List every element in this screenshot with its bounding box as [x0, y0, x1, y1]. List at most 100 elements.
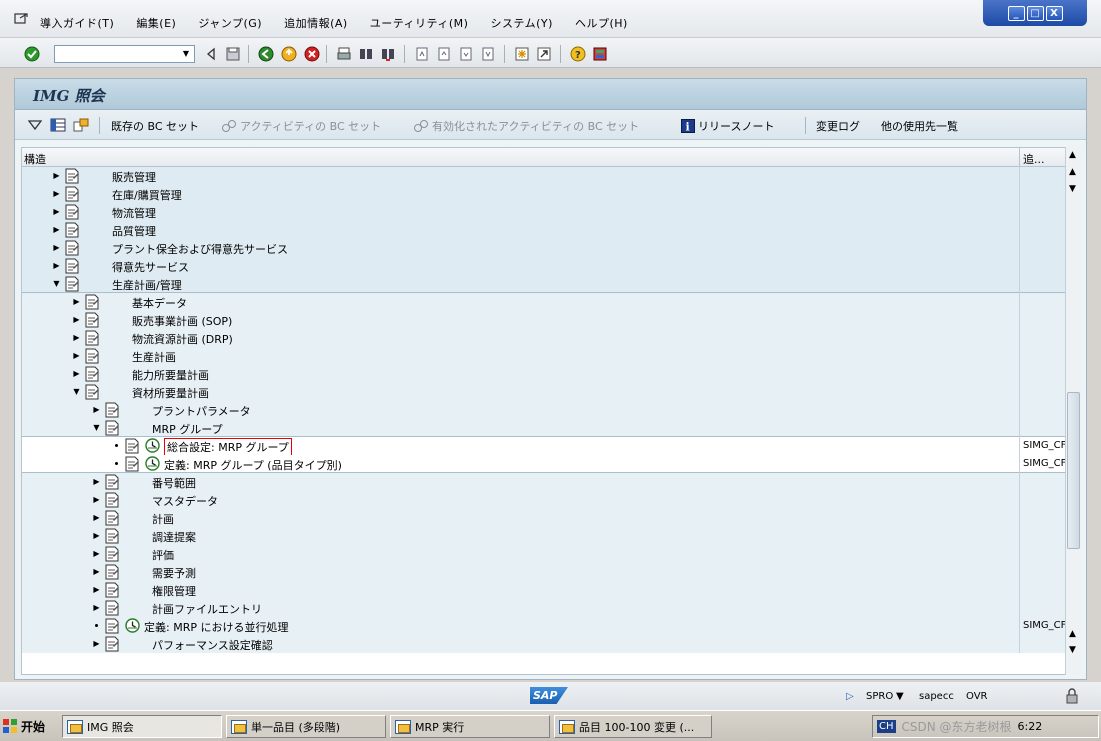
- execute-clock-icon[interactable]: [125, 618, 140, 633]
- activated-bc-sets-button[interactable]: 有効化されたアクティビティの BC セット: [413, 118, 639, 134]
- tree-node[interactable]: ▶ 品質管理: [22, 221, 1066, 239]
- scroll-up-icon[interactable]: ▲: [1069, 629, 1076, 639]
- task-mrp-run[interactable]: MRP 実行: [390, 715, 550, 738]
- find-next-icon[interactable]: [380, 46, 396, 62]
- tree-node[interactable]: ▶ 物流管理: [22, 203, 1066, 221]
- tree-node[interactable]: ▶ パフォーマンス設定確認: [22, 635, 1066, 653]
- tree-node[interactable]: ▶ 在庫/購買管理: [22, 185, 1066, 203]
- collapsed-node-icon[interactable]: ▶: [52, 207, 61, 216]
- collapsed-node-icon[interactable]: ▶: [72, 369, 81, 378]
- structure-icon[interactable]: [73, 118, 89, 132]
- execute-clock-icon[interactable]: [145, 438, 160, 453]
- collapsed-node-icon[interactable]: ▶: [92, 603, 101, 612]
- vertical-scrollbar[interactable]: ▲ ▲ ▼ ▲ ▼: [1065, 147, 1081, 675]
- tree-node[interactable]: ▶ 評価: [22, 545, 1066, 563]
- task-single-item[interactable]: 単一品目 (多段階): [226, 715, 386, 738]
- execute-clock-icon[interactable]: [145, 456, 160, 471]
- collapsed-node-icon[interactable]: ▶: [72, 315, 81, 324]
- column-header-extra[interactable]: 追...: [1019, 148, 1065, 167]
- collapsed-node-icon[interactable]: ▶: [72, 351, 81, 360]
- expanded-node-icon[interactable]: ▼: [72, 387, 81, 396]
- column-header-structure[interactable]: 構造: [24, 151, 46, 167]
- print-icon[interactable]: [336, 46, 352, 62]
- tree-node[interactable]: ▶ 販売管理: [22, 167, 1066, 185]
- tree-node[interactable]: ▶ 得意先サービス: [22, 257, 1066, 275]
- collapsed-node-icon[interactable]: ▶: [92, 567, 101, 576]
- tree-node[interactable]: ▶ プラントパラメータ: [22, 401, 1066, 419]
- tree-node[interactable]: ▶ 計画: [22, 509, 1066, 527]
- menu-item[interactable]: 編集(E): [136, 15, 176, 31]
- start-button[interactable]: 开始: [2, 715, 54, 737]
- collapsed-node-icon[interactable]: ▶: [72, 297, 81, 306]
- menu-item[interactable]: ジャンプ(G): [198, 15, 262, 31]
- back-icon[interactable]: [258, 46, 274, 62]
- tree-node[interactable]: ▶ プラント保全および得意先サービス: [22, 239, 1066, 257]
- tree-node[interactable]: ▼ 生産計画/管理: [22, 275, 1066, 293]
- tree-node[interactable]: ▶ 調達提案: [22, 527, 1066, 545]
- cancel-icon[interactable]: [304, 46, 320, 62]
- task-material-change[interactable]: 品目 100-100 変更 (...: [554, 715, 712, 738]
- help-icon[interactable]: ?: [570, 46, 586, 62]
- menu-item[interactable]: ヘルプ(H): [575, 15, 628, 31]
- menu-item[interactable]: 追加情報(A): [284, 15, 348, 31]
- bc-sets-for-activity-button[interactable]: アクティビティの BC セット: [221, 118, 381, 134]
- scroll-up-icon[interactable]: ▲: [1069, 167, 1076, 177]
- spreadsheet-icon[interactable]: [50, 118, 66, 132]
- new-session-icon[interactable]: [514, 46, 530, 62]
- tree-node[interactable]: ▶ 需要予測: [22, 563, 1066, 581]
- shortcut-icon[interactable]: [536, 46, 552, 62]
- tree-node[interactable]: ▶ 能力所要量計画: [22, 365, 1066, 383]
- tree-node[interactable]: 総合設定: MRP グループ SIMG_CF: [22, 437, 1066, 456]
- collapsed-node-icon[interactable]: ▶: [92, 585, 101, 594]
- menu-entry-icon[interactable]: [14, 13, 28, 25]
- exit-icon[interactable]: [281, 46, 297, 62]
- tree-node[interactable]: 定義: MRP グループ (品目タイプ別) SIMG_CF: [22, 455, 1066, 473]
- next-page-icon[interactable]: [458, 46, 474, 62]
- collapsed-node-icon[interactable]: ▶: [52, 261, 61, 270]
- collapsed-node-icon[interactable]: ▶: [52, 225, 61, 234]
- tree-node[interactable]: ▶ 権限管理: [22, 581, 1066, 599]
- collapsed-node-icon[interactable]: ▶: [92, 513, 101, 522]
- status-dropdown-icon[interactable]: ▼: [896, 691, 904, 702]
- chevron-down-icon[interactable]: ▼: [178, 46, 194, 62]
- collapsed-node-icon[interactable]: ▶: [72, 333, 81, 342]
- command-field[interactable]: ▼: [54, 45, 195, 63]
- tree-node[interactable]: 定義: MRP における並行処理 SIMG_CF: [22, 617, 1066, 635]
- where-used-button[interactable]: 他の使用先一覧: [881, 118, 958, 134]
- task-img-display[interactable]: IMG 照会: [62, 715, 222, 738]
- collapsed-node-icon[interactable]: ▶: [92, 495, 101, 504]
- collapsed-node-icon[interactable]: ▶: [92, 639, 101, 648]
- scroll-thumb[interactable]: [1067, 392, 1080, 549]
- enter-check-icon[interactable]: [24, 46, 40, 62]
- tree-node[interactable]: ▶ 物流資源計画 (DRP): [22, 329, 1066, 347]
- tree-node[interactable]: ▶ 基本データ: [22, 293, 1066, 311]
- menu-item[interactable]: ユーティリティ(M): [370, 15, 469, 31]
- collapsed-node-icon[interactable]: ▶: [92, 405, 101, 414]
- collapsed-node-icon[interactable]: ▶: [52, 171, 61, 180]
- tree-node[interactable]: ▶ 番号範囲: [22, 473, 1066, 491]
- previous-page-icon[interactable]: [436, 46, 452, 62]
- collapsed-node-icon[interactable]: ▶: [52, 189, 61, 198]
- lock-icon[interactable]: [1064, 688, 1080, 704]
- tree-node[interactable]: ▼ MRP グループ: [22, 419, 1066, 437]
- expand-all-icon[interactable]: [27, 118, 43, 132]
- expanded-node-icon[interactable]: ▼: [92, 423, 101, 432]
- release-notes-button[interactable]: i リリースノート: [681, 118, 774, 134]
- tree-node[interactable]: ▼ 資材所要量計画: [22, 383, 1066, 401]
- scroll-down-icon[interactable]: ▼: [1069, 645, 1076, 655]
- menu-item[interactable]: 導入ガイド(T): [40, 15, 114, 31]
- scroll-down-icon[interactable]: ▼: [1069, 184, 1076, 194]
- scroll-up-icon[interactable]: ▲: [1069, 150, 1076, 160]
- tree-node[interactable]: ▶ マスタデータ: [22, 491, 1066, 509]
- collapsed-node-icon[interactable]: ▶: [92, 549, 101, 558]
- collapsed-node-icon[interactable]: ▶: [92, 477, 101, 486]
- collapsed-node-icon[interactable]: ▶: [92, 531, 101, 540]
- save-icon[interactable]: [225, 46, 241, 62]
- maximize-button[interactable]: □: [1026, 5, 1044, 21]
- language-indicator[interactable]: CH: [877, 720, 896, 733]
- collapsed-node-icon[interactable]: ▶: [52, 243, 61, 252]
- first-page-icon[interactable]: [414, 46, 430, 62]
- tree-node[interactable]: ▶ 計画ファイルエントリ: [22, 599, 1066, 617]
- expanded-node-icon[interactable]: ▼: [52, 279, 61, 288]
- change-log-button[interactable]: 変更ログ: [816, 118, 860, 134]
